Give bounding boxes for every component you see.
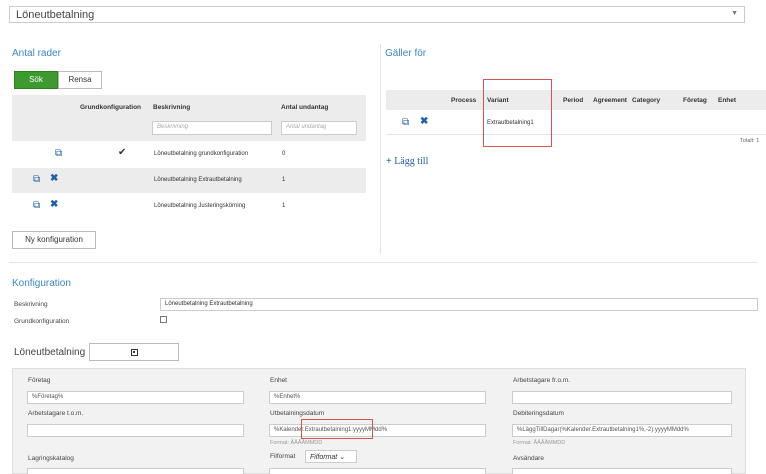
- galler-row-divider: [386, 134, 766, 135]
- copy-icon[interactable]: ⧉: [33, 200, 40, 211]
- col-foretag: Företag: [683, 97, 707, 104]
- config-type-value: Löneutbetalning: [16, 9, 95, 21]
- collapse-button[interactable]: [89, 343, 179, 361]
- col-category: Category: [632, 97, 661, 104]
- total-count: Totalt: 1: [740, 138, 760, 144]
- row-desc-2: Löneutbetalning Extrautbetalning: [154, 177, 242, 183]
- foretag-input[interactable]: %Företag%: [27, 391, 244, 404]
- lagringskatalog-label: Lagringskatalog: [28, 455, 74, 462]
- section-divider: [9, 262, 757, 263]
- fields-panel: [12, 368, 746, 474]
- col-period: Period: [563, 97, 584, 104]
- col-antal-undantag: Antal undantag: [281, 104, 329, 111]
- add-button[interactable]: + Lägg till: [386, 156, 428, 167]
- enhet-label: Enhet: [270, 377, 287, 384]
- arb-from-input[interactable]: [512, 391, 732, 404]
- arb-tom-label: Arbetstagare t.o.m.: [28, 410, 84, 417]
- col-enhet: Enhet: [718, 97, 737, 104]
- col-agreement: Agreement: [593, 97, 627, 104]
- collapse-icon: [130, 349, 138, 356]
- filformat-select[interactable]: Filformat ⌄: [305, 450, 357, 463]
- row-desc-1: Löneutbetalning grundkonfiguration: [154, 151, 249, 157]
- copy-icon[interactable]: ⧉: [33, 174, 40, 185]
- grundkonfiguration-checkbox[interactable]: [160, 316, 167, 323]
- new-config-button[interactable]: Ny konfiguration: [12, 231, 96, 249]
- checkmark-icon: ✔: [118, 147, 127, 158]
- highlight-box-utbetalning: [301, 419, 373, 439]
- utbetalningsdatum-format: Format: ÅÅÅÅMMDD: [270, 440, 323, 446]
- debiteringsdatum-input[interactable]: %LäggTillDagar(%Kalender.Extrautbetalnin…: [512, 424, 732, 437]
- foretag-label: Företag: [28, 377, 51, 384]
- col-process: Process: [451, 97, 477, 104]
- loneutbetalning-label: Löneutbetalning: [14, 347, 86, 358]
- antal-filter-input[interactable]: Antal undantag: [281, 121, 357, 135]
- enhet-input[interactable]: %Enhet%: [269, 391, 486, 404]
- lagringskatalog-input[interactable]: [27, 468, 244, 474]
- highlight-box-variant: [483, 79, 552, 147]
- arb-tom-input[interactable]: [27, 424, 244, 437]
- filformat-value: Filformat: [310, 454, 338, 461]
- row-count-3: 1: [282, 203, 286, 209]
- avsandare-label: Avsändare: [513, 455, 544, 462]
- antal-rader-title: Antal rader: [12, 48, 61, 59]
- beskrivning-label: Beskrivning: [14, 301, 48, 308]
- debiteringsdatum-format: Format: ÅÅÅÅMMDD: [513, 440, 566, 446]
- avsandare-input[interactable]: [512, 468, 732, 474]
- pane-divider: [380, 44, 381, 254]
- add-label: Lägg till: [394, 156, 429, 167]
- utbetalningsdatum-label: Utbetalningsdatum: [270, 410, 325, 417]
- delete-icon[interactable]: ✖: [420, 116, 428, 127]
- copy-icon[interactable]: ⧉: [55, 148, 62, 159]
- row-desc-3: Löneutbetalning Justeringskörning: [154, 203, 246, 209]
- copy-icon[interactable]: ⧉: [402, 117, 409, 128]
- filformat-input[interactable]: [269, 468, 486, 474]
- row-count-2: 1: [282, 177, 286, 183]
- delete-icon[interactable]: ✖: [50, 199, 58, 210]
- galler-for-title: Gäller för: [385, 48, 427, 59]
- clear-button[interactable]: Rensa: [58, 71, 102, 89]
- config-type-select[interactable]: Löneutbetalning ▼: [9, 6, 745, 23]
- delete-icon[interactable]: ✖: [50, 173, 58, 184]
- beskrivning-filter-input[interactable]: Beskrivning: [152, 121, 272, 135]
- debiteringsdatum-label: Debiteringsdatum: [513, 410, 564, 417]
- filformat-label: Filformat: [270, 453, 296, 460]
- beskrivning-input[interactable]: Löneutbetalning Extrautbetalning: [160, 298, 758, 311]
- arb-from-label: Arbetstagare fr.o.m.: [513, 377, 571, 384]
- row-count-1: 0: [282, 151, 286, 157]
- konfiguration-title: Konfiguration: [12, 278, 71, 289]
- grundkonfiguration-label: Grundkonfiguration: [14, 318, 70, 325]
- plus-icon: +: [386, 156, 392, 167]
- chevron-down-icon: ⌄: [339, 454, 346, 461]
- col-grundkonfiguration: Grundkonfiguration: [80, 104, 142, 111]
- search-button[interactable]: Sök: [14, 71, 58, 89]
- col-beskrivning: Beskrivning: [153, 104, 191, 111]
- chevron-down-icon: ▼: [731, 10, 738, 17]
